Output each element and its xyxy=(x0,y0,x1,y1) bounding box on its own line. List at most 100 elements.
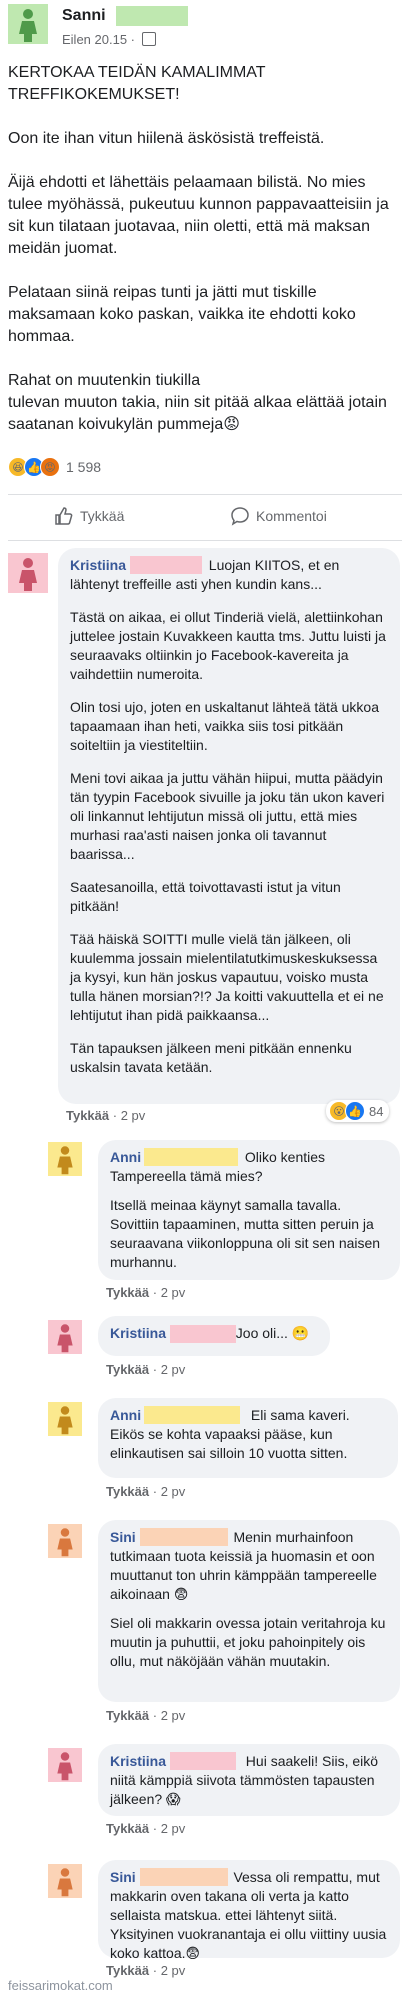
meta-separator: · xyxy=(149,1963,161,1978)
person-silhouette-icon xyxy=(48,1142,82,1176)
comment-meta: Tykkää · 2 pv xyxy=(106,1484,185,1499)
post-timestamp[interactable]: Eilen 20.15 · xyxy=(62,32,156,47)
comment-bubble: Sini Menin murhainfoon tutkimaan tuota k… xyxy=(98,1520,400,1702)
poster-avatar[interactable] xyxy=(8,4,48,44)
comment-first-line: Kristiina Luojan KIITOS, et en lähtenyt … xyxy=(70,556,388,594)
commenter-avatar[interactable] xyxy=(48,1864,82,1898)
comment-time[interactable]: 2 pv xyxy=(161,1708,186,1723)
name-redaction xyxy=(170,1325,236,1343)
post-paragraph: KERTOKAA TEIDÄN KAMALIMMAT TREFFIKOKEMUK… xyxy=(8,64,266,103)
watermark: feissarimokat.com xyxy=(8,1978,113,1993)
commenter-avatar[interactable] xyxy=(48,1142,82,1176)
commenter-avatar[interactable] xyxy=(48,1748,82,1782)
comment-like-link[interactable]: Tykkää xyxy=(106,1708,149,1723)
poster-name[interactable]: Sanni xyxy=(62,7,106,25)
name-redaction xyxy=(140,1528,228,1546)
meta-separator: · xyxy=(149,1362,161,1377)
comment-bubble: Kristiina Luojan KIITOS, et en lähtenyt … xyxy=(58,548,400,1104)
post-body: KERTOKAA TEIDÄN KAMALIMMAT TREFFIKOKEMUK… xyxy=(8,62,393,458)
person-silhouette-icon xyxy=(48,1524,82,1558)
comment-time[interactable]: 2 pv xyxy=(121,1108,146,1123)
comment-paragraph: Meni tovi aikaa ja juttu vähän hiipui, m… xyxy=(70,770,385,862)
post-time: Eilen 20.15 · xyxy=(62,32,139,47)
comment-meta: Tykkää · 2 pv xyxy=(106,1963,185,1978)
post-paragraph: Rahat on muutenkin tiukilla tulevan muut… xyxy=(8,372,387,433)
commenter-name[interactable]: Kristiina xyxy=(70,557,126,573)
comment-time[interactable]: 2 pv xyxy=(161,1362,186,1377)
name-redaction xyxy=(140,1868,228,1886)
comment-meta: Tykkää · 2 pv xyxy=(106,1821,185,1836)
like-icon xyxy=(55,507,73,525)
person-silhouette-icon xyxy=(48,1864,82,1898)
comment-like-link[interactable]: Tykkää xyxy=(106,1821,149,1836)
name-redaction xyxy=(144,1406,240,1424)
person-silhouette-icon xyxy=(48,1402,82,1436)
post-actions: Tykkää Kommentoi xyxy=(0,498,410,538)
commenter-avatar[interactable] xyxy=(48,1402,82,1436)
commenter-name[interactable]: Sini xyxy=(110,1869,136,1885)
post-reactions[interactable]: 😆 👍 😡 1 598 xyxy=(8,455,101,479)
commenter-name[interactable]: Anni xyxy=(110,1407,141,1423)
comment-time[interactable]: 2 pv xyxy=(161,1963,186,1978)
comment-paragraph: Itsellä meinaa käynyt samalla tavalla. S… xyxy=(110,1197,381,1270)
like-label: Tykkää xyxy=(80,508,125,524)
comment-like-link[interactable]: Tykkää xyxy=(106,1963,149,1978)
comment-meta: Tykkää · 2 pv xyxy=(106,1708,185,1723)
like-button[interactable]: Tykkää xyxy=(54,506,124,526)
meta-separator: · xyxy=(149,1821,161,1836)
comment-paragraph: Tän tapauksen jälkeen meni pitkään ennen… xyxy=(70,1040,352,1075)
divider xyxy=(8,540,402,541)
post-header: Sanni Eilen 20.15 · xyxy=(0,0,410,60)
comment-paragraph: Siel oli makkarin ovessa jotain veritahr… xyxy=(110,1615,386,1669)
comment-time[interactable]: 2 pv xyxy=(161,1484,186,1499)
commenter-name[interactable]: Kristiina xyxy=(110,1325,166,1341)
meta-separator: · xyxy=(109,1108,121,1123)
comment-text: Joo oli... 😬 xyxy=(235,1325,310,1341)
comment-meta: Tykkää · 2 pv xyxy=(66,1108,145,1123)
comment-reactions[interactable]: 😮 👍 84 xyxy=(326,1100,390,1122)
commenter-avatar[interactable] xyxy=(48,1524,82,1558)
person-silhouette-icon xyxy=(8,553,48,593)
meta-separator: · xyxy=(149,1285,161,1300)
comment-label: Kommentoi xyxy=(256,508,327,524)
commenter-name[interactable]: Kristiina xyxy=(110,1753,166,1769)
comment-first-line: Kristiina Hui saakeli! Siis, eikö niitä … xyxy=(110,1752,388,1809)
post-paragraph: Oon ite ihan vitun hiilenä äskösistä tre… xyxy=(8,130,325,147)
globe-icon xyxy=(141,32,156,46)
comment-meta: Tykkää · 2 pv xyxy=(106,1362,185,1377)
meta-separator: · xyxy=(149,1484,161,1499)
comment-paragraph: Tää häiskä SOITTI mulle vielä tän jälkee… xyxy=(70,931,384,1023)
name-redaction xyxy=(130,556,202,574)
comment-icon xyxy=(231,507,249,526)
person-silhouette-icon xyxy=(48,1320,82,1354)
comment-paragraph: Saatesanoilla, että toivottavasti istut … xyxy=(70,879,341,914)
comment-time[interactable]: 2 pv xyxy=(161,1285,186,1300)
comment-reaction-count: 84 xyxy=(369,1103,384,1119)
divider xyxy=(8,494,402,495)
reaction-count: 1 598 xyxy=(66,459,102,475)
comment-like-link[interactable]: Tykkää xyxy=(106,1362,149,1377)
commenter-avatar[interactable] xyxy=(8,553,48,593)
commenter-name[interactable]: Sini xyxy=(110,1529,136,1545)
commenter-avatar[interactable] xyxy=(48,1320,82,1354)
comment-like-link[interactable]: Tykkää xyxy=(66,1108,109,1123)
post-paragraph: Äijä ehdotti et lähettäis pelaamaan bili… xyxy=(8,174,389,257)
comment-bubble: Anni Eli sama kaveri. Eikös se kohta vap… xyxy=(98,1398,398,1478)
name-redaction xyxy=(144,1148,238,1166)
angry-icon: 😡 xyxy=(40,457,60,477)
comment-like-link[interactable]: Tykkää xyxy=(106,1484,149,1499)
comment-button[interactable]: Kommentoi xyxy=(230,506,327,526)
name-redaction xyxy=(116,6,188,26)
comment-meta: Tykkää · 2 pv xyxy=(106,1285,185,1300)
commenter-name[interactable]: Anni xyxy=(110,1149,141,1165)
person-silhouette-icon xyxy=(8,4,48,44)
comment-time[interactable]: 2 pv xyxy=(161,1821,186,1836)
meta-separator: · xyxy=(149,1708,161,1723)
thumbs-up-icon: 👍 xyxy=(345,1101,365,1121)
post-paragraph: Pelataan siinä reipas tunti ja jätti mut… xyxy=(8,284,356,345)
comment-like-link[interactable]: Tykkää xyxy=(106,1285,149,1300)
name-redaction xyxy=(170,1752,236,1770)
comment-bubble: Kristiina Hui saakeli! Siis, eikö niitä … xyxy=(98,1744,400,1816)
person-silhouette-icon xyxy=(48,1748,82,1782)
comment-paragraph: Tästä on aikaa, ei ollut Tinderiä vielä,… xyxy=(70,609,386,682)
